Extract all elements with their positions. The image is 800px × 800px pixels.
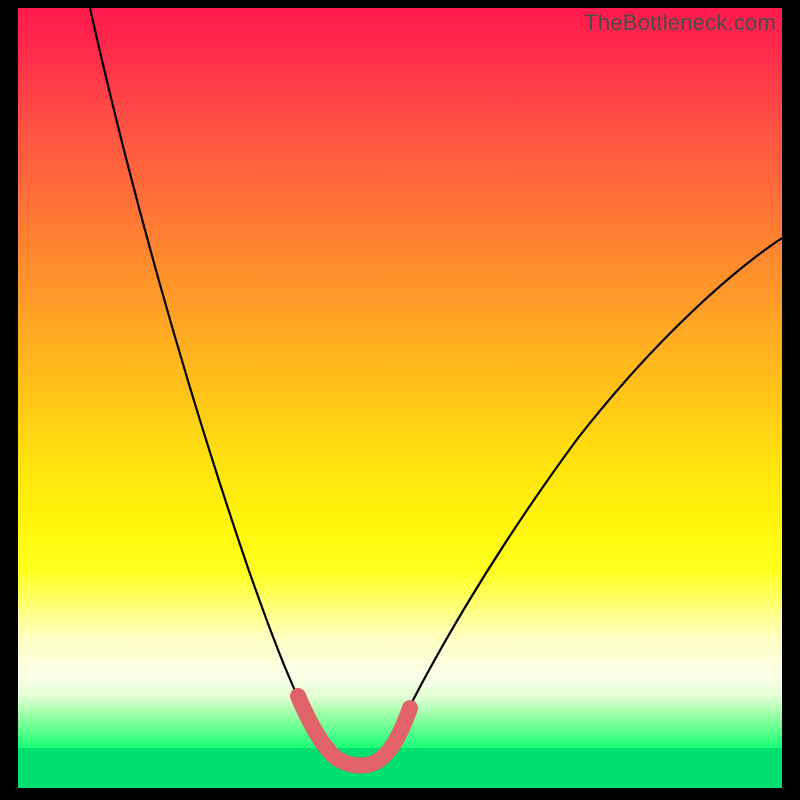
valley-marker-highlight [298, 696, 410, 765]
bottleneck-curve-left [90, 8, 316, 732]
bottleneck-curve-right [396, 238, 782, 734]
bottleneck-curve-svg [18, 8, 782, 788]
watermark-text: TheBottleneck.com [584, 10, 776, 36]
plot-frame [18, 8, 782, 788]
